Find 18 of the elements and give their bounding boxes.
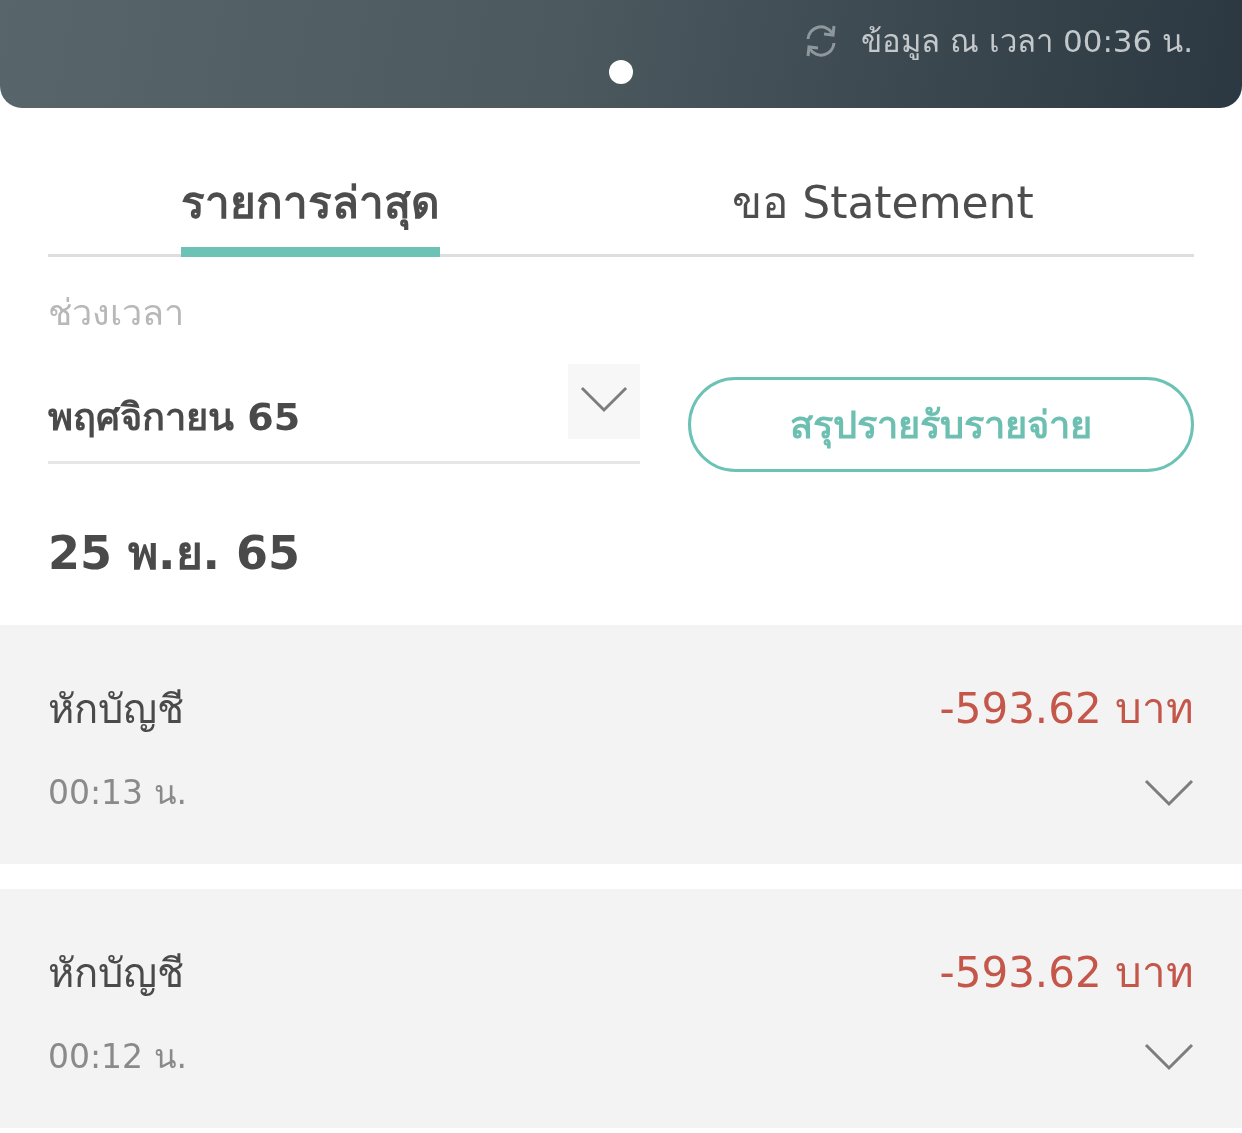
transaction-time: 00:12 น.	[48, 1036, 188, 1078]
updated-time-text: ข้อมูล ณ เวลา 00:36 น.	[861, 22, 1193, 61]
chevron-down-icon[interactable]	[1144, 1043, 1194, 1071]
period-label: ช่วงเวลา	[48, 291, 185, 335]
period-value: พฤศจิกายน 65	[48, 394, 301, 441]
tab[interactable]: ขอ Statement	[732, 173, 1034, 257]
period-dropdown[interactable]: พฤศจิกายน 65	[48, 364, 640, 464]
transaction-time: 00:13 น.	[48, 772, 188, 814]
transaction-card[interactable]: หักบัญชี -593.62 บาท 00:13 น.	[0, 625, 1242, 864]
transaction-title: หักบัญชี	[48, 949, 184, 998]
transaction-amount: -593.62 บาท	[939, 683, 1194, 735]
transaction-amount: -593.62 บาท	[939, 947, 1194, 999]
transaction-card[interactable]: หักบัญชี -593.62 บาท 00:12 น.	[0, 889, 1242, 1128]
date-heading: 25 พ.ย. 65	[48, 525, 301, 582]
tab[interactable]: รายการล่าสุด	[180, 173, 440, 257]
transaction-title: หักบัญชี	[48, 685, 184, 734]
chevron-down-icon[interactable]	[568, 364, 640, 439]
chevron-down-icon[interactable]	[1144, 779, 1194, 807]
